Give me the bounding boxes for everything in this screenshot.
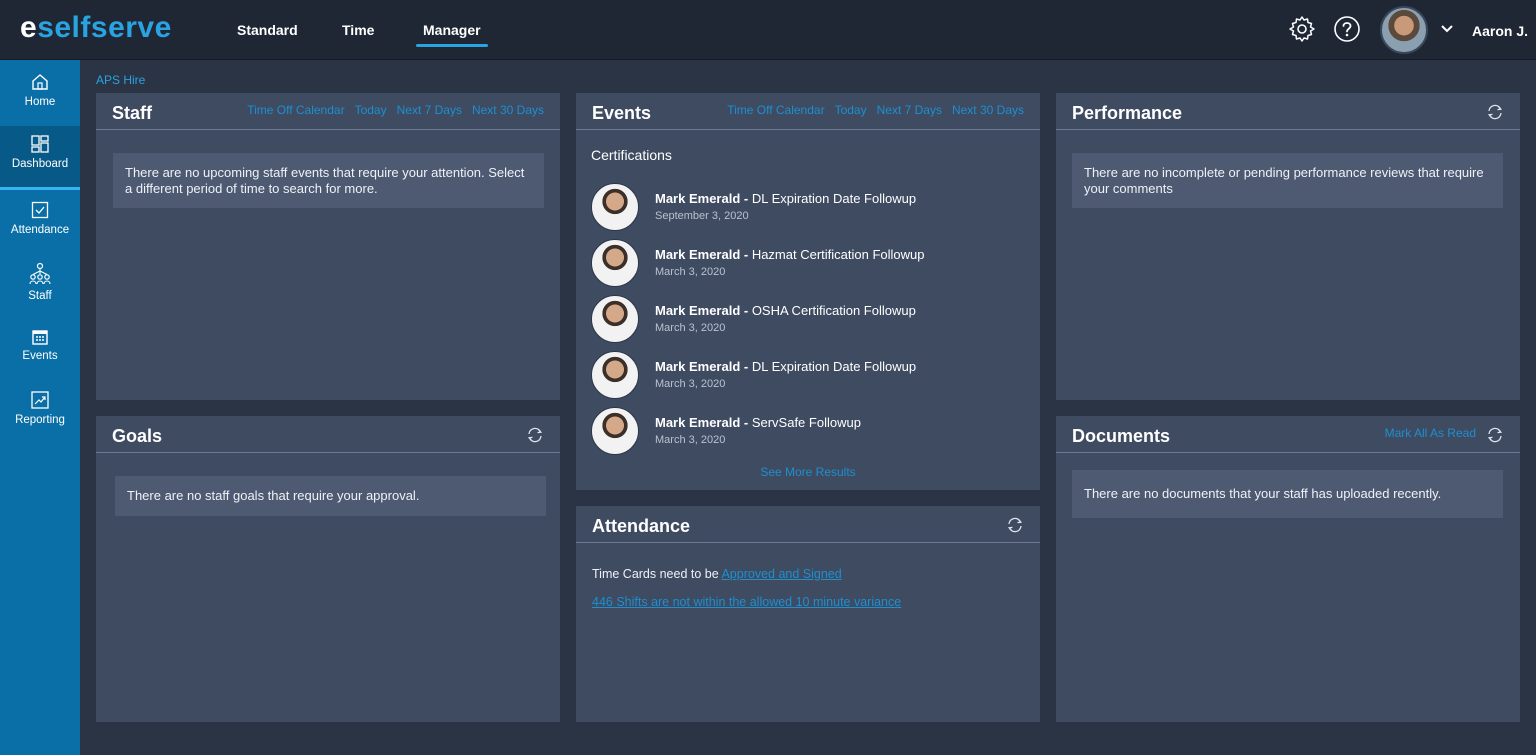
org-chart-icon [29,262,51,285]
panel-title: Goals [112,426,163,446]
empty-message: There are no staff goals that require yo… [115,476,546,516]
panel-title: Performance [1072,103,1183,123]
documents-panel-header: Documents Mark All As Read [1056,416,1520,453]
event-title: Mark Emerald - DL Expiration Date Follow… [655,191,917,206]
next-30-days-link[interactable]: Next 30 Days [472,103,544,117]
avatar [591,183,639,231]
sidebar-item-label: Dashboard [11,158,69,170]
event-date: March 3, 2020 [655,378,726,390]
sidebar-item-label: Attendance [10,224,70,236]
event-date: March 3, 2020 [655,322,726,334]
help-icon[interactable] [1333,15,1361,43]
events-filter-links: Time Off Calendar Today Next 7 Days Next 30… [717,103,1024,117]
home-icon [32,74,48,90]
tab-time[interactable]: Time [342,22,374,38]
list-item[interactable]: Mark Emerald - DL Expiration Date Follow… [591,183,1021,231]
section-title: Certifications [591,147,672,163]
sidebar-item-label: Staff [28,290,52,302]
list-item[interactable]: Mark Emerald - OSHA Certification Follow… [591,295,1021,343]
performance-panel: Performance There are no incomplete or p… [1056,93,1520,400]
avatar[interactable] [1380,6,1428,54]
breadcrumb[interactable]: APS Hire [96,73,145,87]
user-name[interactable]: Aaron J. [1472,23,1528,39]
mark-all-read-link[interactable]: Mark All As Read [1385,426,1476,440]
gear-icon[interactable] [1288,15,1316,43]
today-link[interactable]: Today [835,103,867,117]
checkbox-icon [31,201,49,219]
attendance-panel: Attendance Time Cards need to be Approve… [576,506,1040,722]
event-date: September 3, 2020 [655,210,749,222]
list-item[interactable]: Mark Emerald - DL Expiration Date Follow… [591,351,1021,399]
sidebar: Home Dashboard Attendance Staff Events R… [0,60,80,755]
list-item[interactable]: Mark Emerald - Hazmat Certification Foll… [591,239,1021,287]
sidebar-item-label: Home [24,96,56,108]
documents-panel: Documents Mark All As Read There are no … [1056,416,1520,722]
event-title: Mark Emerald - DL Expiration Date Follow… [655,359,917,374]
sidebar-item-label: Reporting [15,414,65,426]
staff-filter-links: Time Off Calendar Today Next 7 Days Next 30… [237,103,544,117]
report-icon [31,391,49,409]
chevron-down-icon[interactable] [1440,24,1454,34]
avatar [591,407,639,455]
sidebar-item-reporting[interactable]: Reporting [0,390,80,452]
next-7-days-link[interactable]: Next 7 Days [877,103,942,117]
timecards-status: Time Cards need to be Approved and Signe… [592,567,842,581]
time-off-calendar-link[interactable]: Time Off Calendar [247,103,344,117]
staff-panel-header: Staff Time Off Calendar Today Next 7 Days N… [96,93,560,130]
event-title: Mark Emerald - ServSafe Followup [655,415,861,430]
refresh-icon[interactable] [526,427,544,443]
next-7-days-link[interactable]: Next 7 Days [397,103,462,117]
empty-message: There are no upcoming staff events that … [113,153,544,208]
see-more-link[interactable]: See More Results [576,465,1040,479]
panel-title: Staff [112,103,152,123]
top-bar: eselfserve Standard Time Manager Aaron J… [0,0,1536,60]
shifts-variance-link[interactable]: 446 Shifts are not within the allowed 10… [592,595,901,609]
approved-signed-link[interactable]: Approved and Signed [721,567,841,581]
next-30-days-link[interactable]: Next 30 Days [952,103,1024,117]
timecards-text: Time Cards need to be [592,567,722,581]
events-panel-header: Events Time Off Calendar Today Next 7 Days… [576,93,1040,130]
logo-text: selfserve [37,11,172,44]
sidebar-item-events[interactable]: Events [0,328,80,390]
time-off-calendar-link[interactable]: Time Off Calendar [727,103,824,117]
panel-title: Events [592,103,652,123]
event-title: Mark Emerald - Hazmat Certification Foll… [655,247,925,262]
calendar-icon [32,330,48,345]
performance-panel-header: Performance [1056,93,1520,130]
goals-panel: Goals There are no staff goals that requ… [96,416,560,722]
refresh-icon[interactable] [1486,427,1504,443]
panel-title: Attendance [592,516,691,536]
goals-panel-header: Goals [96,416,560,453]
dashboard-icon [31,135,49,153]
refresh-icon[interactable] [1486,104,1504,120]
sidebar-item-attendance[interactable]: Attendance [0,200,80,262]
logo-e: e [20,11,38,44]
attendance-panel-header: Attendance [576,506,1040,543]
event-title: Mark Emerald - OSHA Certification Follow… [655,303,916,318]
tab-manager[interactable]: Manager [416,22,488,47]
app-logo[interactable]: eselfserve [20,11,172,45]
avatar [591,239,639,287]
today-link[interactable]: Today [355,103,387,117]
events-panel: Events Time Off Calendar Today Next 7 Days… [576,93,1040,490]
panel-title: Documents [1072,426,1171,446]
empty-message: There are no documents that your staff h… [1072,470,1503,518]
sidebar-item-home[interactable]: Home [0,72,80,134]
event-date: March 3, 2020 [655,434,726,446]
sidebar-item-label: Events [22,350,58,362]
event-date: March 3, 2020 [655,266,726,278]
list-item[interactable]: Mark Emerald - ServSafe Followup March 3… [591,407,1021,455]
empty-message: There are no incomplete or pending perfo… [1072,153,1503,208]
avatar [591,295,639,343]
refresh-icon[interactable] [1006,517,1024,533]
tab-standard[interactable]: Standard [237,22,298,38]
avatar [591,351,639,399]
sidebar-item-staff[interactable]: Staff [0,262,80,324]
sidebar-item-dashboard[interactable]: Dashboard [0,126,80,190]
staff-panel: Staff Time Off Calendar Today Next 7 Days N… [96,93,560,400]
